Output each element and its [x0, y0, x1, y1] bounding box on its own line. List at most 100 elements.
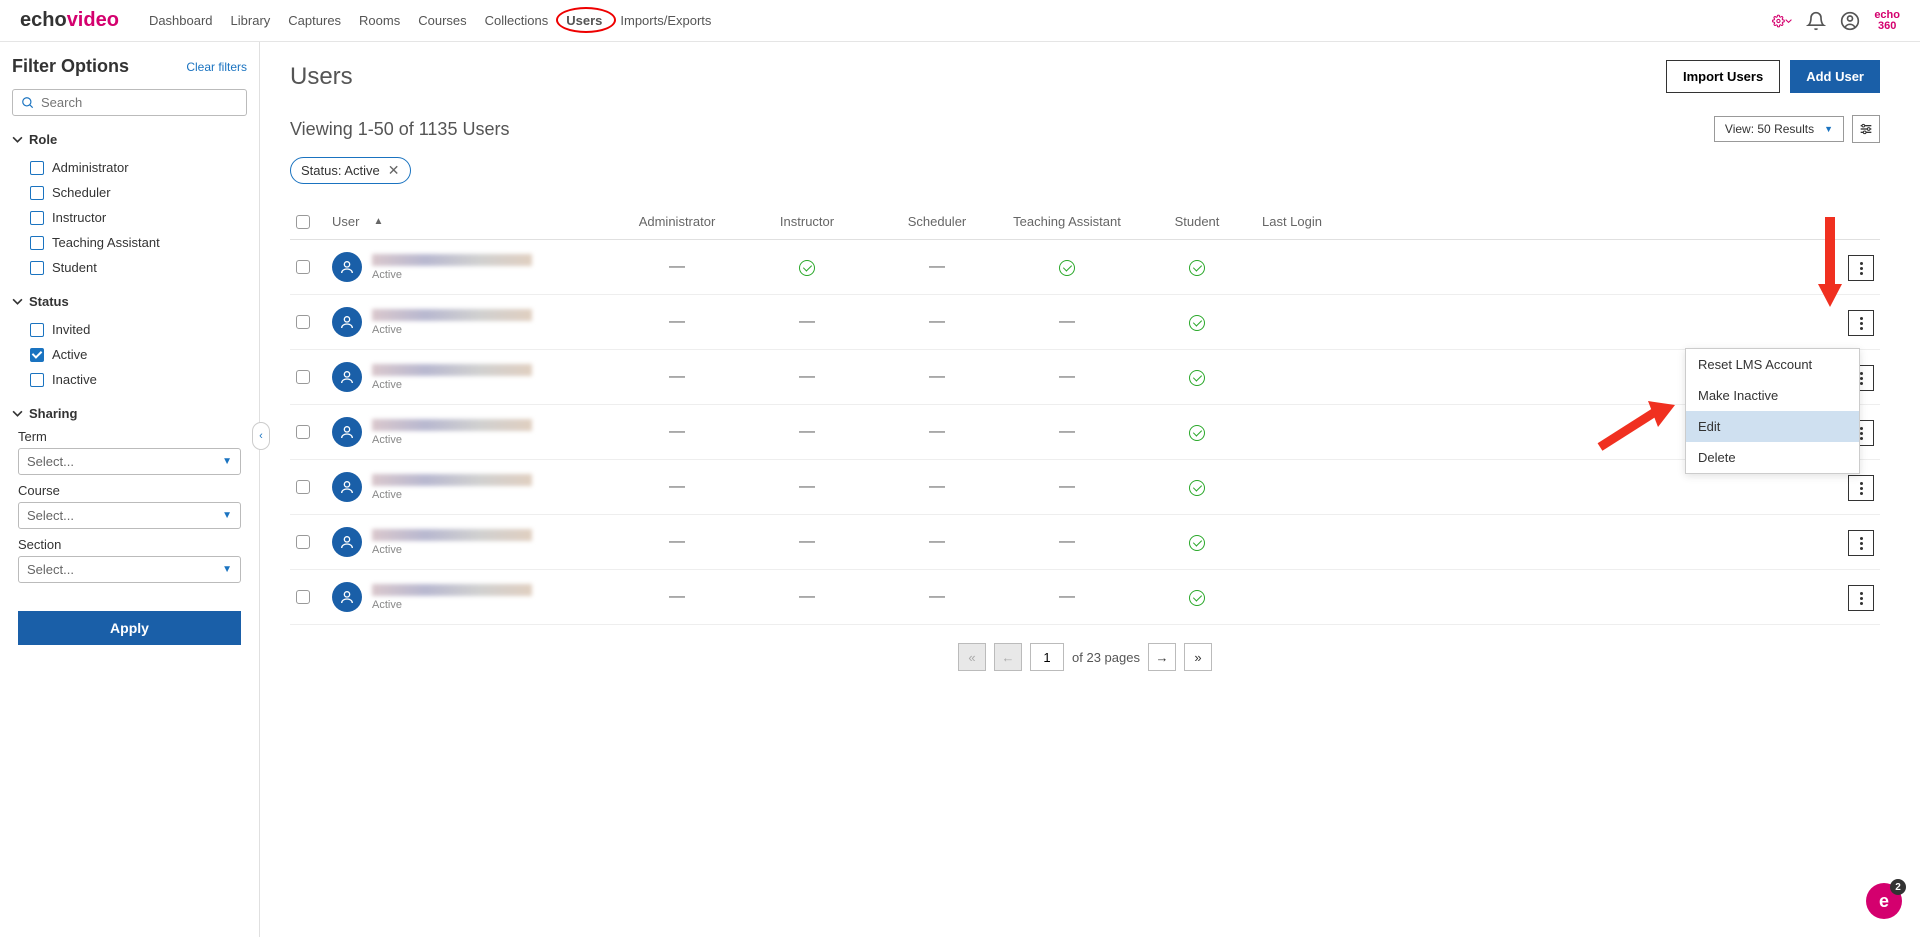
avatar — [332, 252, 362, 282]
status-opt-label: Inactive — [52, 372, 97, 387]
page-last-button[interactable]: » — [1184, 643, 1212, 671]
cell-ta: — — [1002, 533, 1132, 551]
role-administrator[interactable]: Administrator — [12, 155, 247, 180]
check-icon — [799, 260, 815, 276]
term-label: Term — [18, 429, 247, 444]
account-icon[interactable] — [1840, 11, 1860, 31]
search-input[interactable] — [41, 95, 238, 110]
page-prev-button[interactable]: ← — [994, 643, 1022, 671]
cell-ta — [1002, 259, 1132, 276]
apply-button[interactable]: Apply — [18, 611, 241, 645]
table-row: Active———— — [290, 350, 1880, 405]
term-select[interactable]: Select...▼ — [18, 448, 241, 475]
row-checkbox[interactable] — [296, 535, 310, 549]
logo[interactable]: echovideo — [20, 9, 119, 32]
nav-captures[interactable]: Captures — [288, 13, 341, 28]
row-more-button[interactable] — [1848, 475, 1874, 501]
course-select[interactable]: Select...▼ — [18, 502, 241, 529]
cell-scheduler: — — [872, 423, 1002, 441]
status-inactive[interactable]: Inactive — [12, 367, 247, 392]
user-cell: Active — [332, 362, 612, 392]
close-icon[interactable]: ✕ — [388, 162, 400, 179]
header-user[interactable]: User▲ — [332, 214, 612, 229]
section-select[interactable]: Select...▼ — [18, 556, 241, 583]
header-login[interactable]: Last Login — [1262, 214, 1412, 229]
menu-edit[interactable]: Edit — [1686, 411, 1859, 442]
chevron-down-icon — [12, 134, 23, 145]
import-users-button[interactable]: Import Users — [1666, 60, 1780, 93]
page-first-button[interactable]: « — [958, 643, 986, 671]
status-invited[interactable]: Invited — [12, 317, 247, 342]
echo360-icon[interactable]: echo 360 — [1874, 10, 1900, 32]
caret-down-icon: ▼ — [1824, 124, 1833, 134]
notifications-icon[interactable] — [1806, 11, 1826, 31]
top-header: echovideo Dashboard Library Captures Roo… — [0, 0, 1920, 42]
select-placeholder: Select... — [27, 562, 74, 577]
select-all-checkbox[interactable] — [296, 215, 310, 229]
echo360-line2: 360 — [1874, 21, 1900, 32]
page-input[interactable] — [1030, 643, 1064, 671]
clear-filters-link[interactable]: Clear filters — [186, 60, 247, 74]
header-ta[interactable]: Teaching Assistant — [1002, 214, 1132, 229]
nav-collections[interactable]: Collections — [485, 13, 549, 28]
row-more-button[interactable] — [1848, 585, 1874, 611]
row-checkbox[interactable] — [296, 260, 310, 274]
row-more-button[interactable] — [1848, 530, 1874, 556]
search-box[interactable] — [12, 89, 247, 116]
nav-imports-exports[interactable]: Imports/Exports — [620, 13, 711, 28]
table-row: Active—— — [290, 240, 1880, 295]
role-instructor[interactable]: Instructor — [12, 205, 247, 230]
role-scheduler[interactable]: Scheduler — [12, 180, 247, 205]
person-icon — [339, 314, 355, 330]
nav-library[interactable]: Library — [231, 13, 271, 28]
user-cell: Active — [332, 307, 612, 337]
nav-dashboard[interactable]: Dashboard — [149, 13, 213, 28]
cell-student — [1132, 259, 1262, 276]
dash-icon: — — [929, 258, 945, 275]
help-badge[interactable]: e2 — [1866, 883, 1902, 919]
role-student[interactable]: Student — [12, 255, 247, 280]
dash-icon: — — [929, 313, 945, 330]
header-scheduler[interactable]: Scheduler — [872, 214, 1002, 229]
sidebar-collapse-button[interactable]: ‹ — [252, 422, 270, 450]
add-user-button[interactable]: Add User — [1790, 60, 1880, 93]
row-checkbox[interactable] — [296, 480, 310, 494]
row-checkbox[interactable] — [296, 315, 310, 329]
avatar — [332, 527, 362, 557]
row-more-button[interactable] — [1848, 310, 1874, 336]
row-checkbox[interactable] — [296, 370, 310, 384]
status-active[interactable]: Active — [12, 342, 247, 367]
avatar — [332, 307, 362, 337]
header-instructor[interactable]: Instructor — [742, 214, 872, 229]
page-next-button[interactable]: → — [1148, 643, 1176, 671]
view-results-dropdown[interactable]: View: 50 Results ▼ — [1714, 116, 1844, 142]
status-group-toggle[interactable]: Status — [12, 294, 247, 309]
row-checkbox[interactable] — [296, 590, 310, 604]
cell-student — [1132, 534, 1262, 551]
menu-reset-lms[interactable]: Reset LMS Account — [1686, 349, 1859, 380]
checkbox-icon — [30, 261, 44, 275]
settings-icon[interactable] — [1772, 11, 1792, 31]
active-filter-chip[interactable]: Status: Active ✕ — [290, 157, 411, 184]
row-action-menu: Reset LMS Account Make Inactive Edit Del… — [1685, 348, 1860, 474]
dash-icon: — — [1059, 313, 1075, 330]
filter-title: Filter Options — [12, 56, 129, 77]
dash-icon: — — [799, 313, 815, 330]
dash-icon: — — [799, 588, 815, 605]
menu-make-inactive[interactable]: Make Inactive — [1686, 380, 1859, 411]
row-checkbox[interactable] — [296, 425, 310, 439]
sliders-icon — [1858, 121, 1874, 137]
role-teaching-assistant[interactable]: Teaching Assistant — [12, 230, 247, 255]
sharing-group-toggle[interactable]: Sharing — [12, 406, 247, 421]
header-admin[interactable]: Administrator — [612, 214, 742, 229]
row-more-button[interactable] — [1848, 255, 1874, 281]
nav-users[interactable]: Users — [566, 13, 602, 28]
filter-settings-button[interactable] — [1852, 115, 1880, 143]
menu-delete[interactable]: Delete — [1686, 442, 1859, 473]
role-group-toggle[interactable]: Role — [12, 132, 247, 147]
table-row: Active———— — [290, 405, 1880, 460]
nav-courses[interactable]: Courses — [418, 13, 466, 28]
cell-instructor: — — [742, 313, 872, 331]
nav-rooms[interactable]: Rooms — [359, 13, 400, 28]
header-student[interactable]: Student — [1132, 214, 1262, 229]
